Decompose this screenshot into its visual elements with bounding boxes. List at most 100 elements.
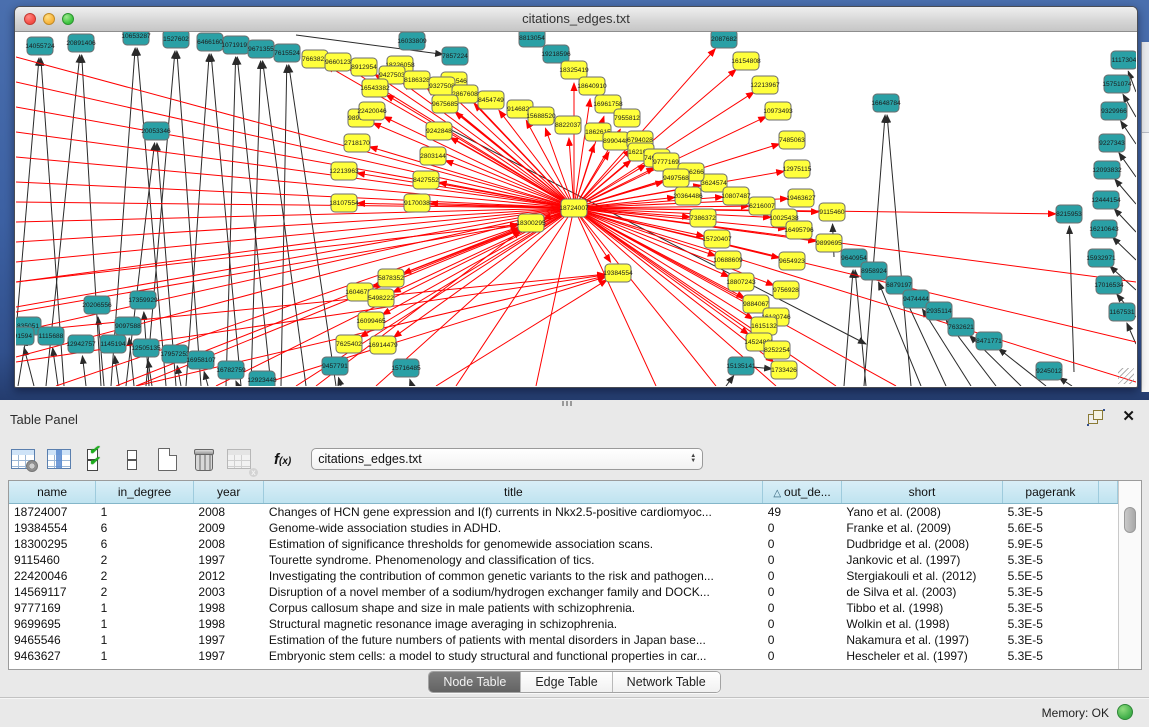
- graph-node[interactable]: 18325419: [559, 61, 589, 79]
- graph-node[interactable]: 12505135: [131, 339, 161, 357]
- table-cell[interactable]: 1: [96, 600, 194, 616]
- graph-node[interactable]: 15688520: [526, 107, 556, 125]
- table-cell[interactable]: 6: [96, 536, 194, 552]
- graph-node[interactable]: 17016534: [1094, 276, 1124, 294]
- table-cell[interactable]: 9115460: [9, 552, 96, 568]
- graph-node[interactable]: 8454749: [478, 91, 504, 109]
- table-cell[interactable]: 5.3E-5: [1003, 504, 1099, 521]
- graph-node[interactable]: 5878352: [378, 269, 404, 287]
- scrollbar-thumb[interactable]: [1124, 507, 1136, 533]
- table-cell[interactable]: 5.3E-5: [1003, 648, 1099, 664]
- table-mode-icon[interactable]: [8, 444, 38, 474]
- table-cell[interactable]: Changes of HCN gene expression and I(f) …: [264, 504, 763, 521]
- graph-node[interactable]: 16648784: [871, 94, 901, 112]
- table-cell[interactable]: 5.3E-5: [1003, 600, 1099, 616]
- table-cell[interactable]: 2012: [193, 568, 264, 584]
- close-icon[interactable]: ✕: [1122, 407, 1135, 425]
- graph-node[interactable]: 19218596: [541, 45, 571, 63]
- graph-node[interactable]: 19463627: [786, 189, 816, 207]
- network-window[interactable]: citations_edges.txt 14055724208914061065…: [14, 6, 1138, 388]
- table-row[interactable]: 2242004622012Investigating the contribut…: [9, 568, 1118, 584]
- table-cell[interactable]: [1098, 520, 1117, 536]
- graph-node[interactable]: 7955812: [614, 109, 640, 127]
- graph-node[interactable]: 9474444: [903, 290, 929, 308]
- table-cell[interactable]: 1: [96, 632, 194, 648]
- graph-node[interactable]: 9654923: [779, 252, 805, 270]
- table-cell[interactable]: 0: [763, 600, 842, 616]
- table-cell[interactable]: 2: [96, 568, 194, 584]
- graph-node[interactable]: 12444154: [1091, 191, 1121, 209]
- graph-node[interactable]: 15135141: [726, 357, 756, 375]
- table-cell[interactable]: 0: [763, 632, 842, 648]
- graph-node[interactable]: 9115460: [819, 203, 845, 221]
- table-cell[interactable]: 18724007: [9, 504, 96, 521]
- graph-node[interactable]: 391594: [16, 327, 34, 345]
- table-cell[interactable]: 14569117: [9, 584, 96, 600]
- graph-node[interactable]: 7625402: [336, 335, 362, 353]
- table-cell[interactable]: 5.5E-5: [1003, 568, 1099, 584]
- graph-node[interactable]: 5498222: [368, 289, 394, 307]
- table-cell[interactable]: 0: [763, 568, 842, 584]
- graph-node[interactable]: 16782759: [216, 361, 246, 379]
- graph-node[interactable]: 20891406: [66, 34, 96, 52]
- table-cell[interactable]: Estimation of significance thresholds fo…: [264, 536, 763, 552]
- column-header-name[interactable]: name: [9, 481, 96, 504]
- table-cell[interactable]: [1098, 504, 1117, 521]
- table-cell[interactable]: 2008: [193, 536, 264, 552]
- graph-node[interactable]: 9170038: [404, 194, 430, 212]
- table-row[interactable]: 969969511998Structural magnetic resonanc…: [9, 616, 1118, 632]
- table-cell[interactable]: 22420046: [9, 568, 96, 584]
- table-cell[interactable]: 5.3E-5: [1003, 616, 1099, 632]
- table-cell[interactable]: 1: [96, 616, 194, 632]
- table-cell[interactable]: 49: [763, 504, 842, 521]
- graph-node[interactable]: 8990448: [603, 132, 629, 150]
- table-cell[interactable]: 9699695: [9, 616, 96, 632]
- table-cell[interactable]: Hescheler et al. (1997): [841, 648, 1002, 664]
- table-cell[interactable]: 5.3E-5: [1003, 632, 1099, 648]
- table-row[interactable]: 1830029562008Estimation of significance …: [9, 536, 1118, 552]
- graph-node[interactable]: 1145194: [100, 335, 126, 353]
- graph-node[interactable]: 19384554: [603, 264, 633, 282]
- graph-node[interactable]: 8813054: [519, 32, 545, 47]
- table-scrollbar[interactable]: [1118, 481, 1141, 669]
- table-cell[interactable]: 1: [96, 648, 194, 664]
- table-cell[interactable]: 2: [96, 552, 194, 568]
- graph-node[interactable]: 16033809: [397, 32, 427, 50]
- graph-node[interactable]: 12923448: [247, 371, 277, 386]
- graph-node[interactable]: 22420046: [357, 102, 387, 120]
- graph-node[interactable]: 10719195: [221, 36, 251, 54]
- table-cell[interactable]: 1998: [193, 600, 264, 616]
- table-cell[interactable]: [1098, 632, 1117, 648]
- graph-node[interactable]: 9457791: [322, 357, 348, 375]
- table-cell[interactable]: 1997: [193, 632, 264, 648]
- unselect-all-icon[interactable]: [116, 444, 146, 474]
- table-cell[interactable]: [1098, 584, 1117, 600]
- table-cell[interactable]: 0: [763, 552, 842, 568]
- graph-node[interactable]: 9242848: [426, 122, 452, 140]
- graph-node[interactable]: 8958924: [861, 262, 887, 280]
- column-header-pagerank[interactable]: pagerank: [1003, 481, 1099, 504]
- table-row[interactable]: 1938455462009Genome-wide association stu…: [9, 520, 1118, 536]
- graph-node[interactable]: 20364486: [673, 187, 703, 205]
- table-cell[interactable]: 5.9E-5: [1003, 536, 1099, 552]
- table-row[interactable]: 977716911998Corpus callosum shape and si…: [9, 600, 1118, 616]
- graph-node[interactable]: 1527602: [163, 32, 189, 48]
- graph-node[interactable]: 10973493: [763, 102, 793, 120]
- graph-node[interactable]: 9097588: [115, 317, 141, 335]
- table-cell[interactable]: Genome-wide association studies in ADHD.: [264, 520, 763, 536]
- table-cell[interactable]: Disruption of a novel member of a sodium…: [264, 584, 763, 600]
- graph-node[interactable]: 7632621: [948, 318, 974, 336]
- graph-node[interactable]: 15720407: [702, 230, 732, 248]
- table-cell[interactable]: Investigating the contribution of common…: [264, 568, 763, 584]
- table-row[interactable]: 1872400712008Changes of HCN gene express…: [9, 504, 1118, 521]
- table-cell[interactable]: 19384554: [9, 520, 96, 536]
- table-cell[interactable]: 6: [96, 520, 194, 536]
- table-row[interactable]: 1456911722003Disruption of a novel membe…: [9, 584, 1118, 600]
- graph-node[interactable]: 9227343: [1099, 134, 1125, 152]
- graph-node[interactable]: 8471771: [976, 332, 1002, 350]
- graph-node[interactable]: 18724007: [559, 199, 589, 217]
- table-cell[interactable]: 9465546: [9, 632, 96, 648]
- graph-node[interactable]: 16154808: [731, 52, 761, 70]
- graph-node[interactable]: 1733426: [771, 361, 797, 379]
- table-cell[interactable]: de Silva et al. (2003): [841, 584, 1002, 600]
